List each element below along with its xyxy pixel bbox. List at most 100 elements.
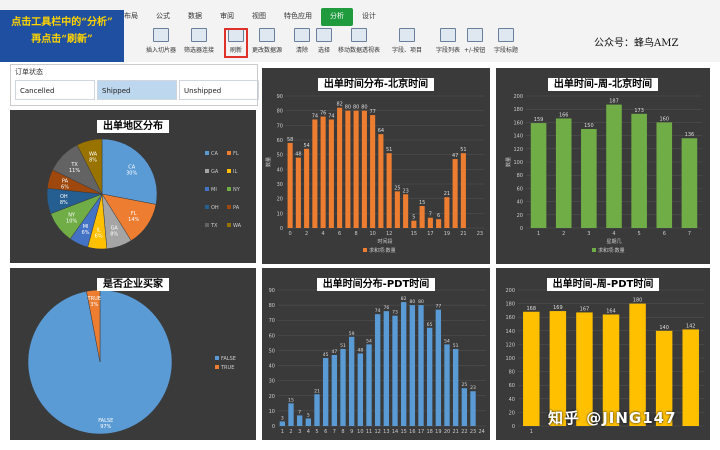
data-label: 6: [437, 213, 440, 219]
slicer-item-shipped[interactable]: Shipped: [97, 80, 177, 100]
plus-minus-button[interactable]: +/-按钮: [464, 28, 485, 54]
y-tick-label: 40: [517, 200, 523, 206]
bar: [452, 159, 458, 228]
bar: [394, 191, 400, 228]
slice-percent-label: 97%: [100, 424, 111, 430]
bar: [682, 329, 699, 426]
tool-label: 筛选器连接: [184, 47, 215, 54]
y-tick-label: 10: [277, 211, 283, 217]
data-label: 23: [470, 385, 476, 391]
x-tick-label: 4: [307, 429, 310, 435]
data-label: 167: [580, 306, 590, 312]
bar: [403, 194, 409, 228]
field-headers-button[interactable]: 字段标题: [494, 28, 518, 54]
legend-label: WA: [233, 223, 242, 229]
bar: [312, 119, 318, 228]
pdt-hour-chart: 0102030405060708090311527354215456477518…: [269, 288, 486, 435]
data-label: 7: [298, 409, 301, 415]
slice-percent-label: 6%: [95, 233, 103, 239]
fields-items-button[interactable]: 字段、项目: [392, 28, 422, 54]
x-axis-label: 星期几: [606, 239, 621, 245]
plus-minus-icon: [466, 28, 483, 42]
tab-features[interactable]: 特色应用: [275, 8, 321, 26]
x-tick-label: 10: [357, 429, 363, 435]
tab-data[interactable]: 数据: [179, 8, 211, 26]
x-axis-label: 时间段: [377, 238, 392, 245]
legend-label: TX: [210, 223, 218, 229]
x-tick-label: 11: [366, 429, 372, 435]
x-tick-label: 15: [411, 231, 417, 237]
y-tick-label: 90: [277, 94, 283, 100]
data-label: 142: [686, 323, 696, 329]
y-tick-label: 50: [277, 153, 283, 159]
y-tick-label: 70: [269, 318, 275, 324]
fields-items-icon: [399, 28, 415, 42]
data-label: 7: [429, 212, 432, 218]
x-tick-label: 24: [478, 429, 484, 435]
move-pivot-button[interactable]: 移动数据透视表: [338, 28, 380, 54]
clear-button[interactable]: 清除: [294, 28, 310, 54]
data-label: 80: [345, 105, 351, 111]
tab-design[interactable]: 设计: [353, 8, 385, 26]
data-label: 173: [634, 108, 644, 114]
slicer-item-cancelled[interactable]: Cancelled: [15, 80, 95, 100]
data-label: 21: [444, 191, 450, 197]
filter-connection-button[interactable]: 筛选器连接: [184, 28, 214, 54]
x-tick-label: 17: [418, 429, 424, 435]
slice-percent-label: 6%: [61, 184, 69, 190]
chart-title: 出单时间分布-北京时间: [317, 78, 435, 91]
field-list-button[interactable]: 字段列表: [436, 28, 460, 54]
x-tick-label: 8: [341, 429, 344, 435]
x-tick-label: 4: [322, 231, 325, 237]
bar: [374, 314, 381, 426]
x-tick-label: 6: [663, 231, 666, 237]
field-headers-icon: [498, 28, 514, 42]
data-label: 23: [402, 188, 408, 194]
bar: [470, 391, 476, 426]
data-source-icon: [259, 28, 275, 42]
tab-analyze[interactable]: 分析: [321, 8, 353, 26]
select-button[interactable]: 选择: [316, 28, 332, 54]
tab-formula[interactable]: 公式: [147, 8, 179, 26]
bar: [348, 336, 355, 426]
insert-slicer-button[interactable]: 插入切片器: [146, 28, 176, 54]
data-label: 48: [295, 152, 301, 158]
data-label: 77: [369, 109, 375, 115]
x-tick-label: 13: [383, 429, 389, 435]
x-tick-label: 19: [435, 429, 441, 435]
data-label: 15: [419, 200, 425, 206]
x-tick-label: 2: [289, 429, 292, 435]
bar: [418, 305, 424, 426]
x-tick-label: 9: [350, 429, 353, 435]
tab-review[interactable]: 审阅: [211, 8, 243, 26]
chart-title: 出单地区分布: [97, 120, 169, 133]
slicer-item-unshipped[interactable]: Unshipped: [179, 80, 259, 100]
data-label: 73: [392, 310, 398, 316]
x-tick-label: 17: [427, 231, 433, 237]
y-axis-label: 数量: [505, 157, 512, 167]
data-label: 51: [460, 147, 466, 153]
data-label: 47: [331, 349, 337, 355]
bar: [295, 157, 301, 228]
y-axis-label: 数量: [265, 157, 272, 167]
y-tick-label: 60: [517, 186, 523, 192]
data-label: 150: [584, 123, 594, 129]
x-tick-label: 2: [305, 231, 308, 237]
slicer-icon: [153, 28, 169, 42]
data-label: 80: [409, 299, 415, 305]
y-tick-label: 0: [280, 226, 283, 232]
bar: [370, 115, 376, 228]
bar: [656, 122, 673, 228]
bar: [353, 110, 359, 228]
account-label: 公众号：蜂鸟AMZ: [594, 38, 679, 49]
y-tick-label: 0: [520, 226, 523, 232]
x-tick-label: 22: [461, 429, 467, 435]
tab-view[interactable]: 视图: [243, 8, 275, 26]
slicer-title: 订单状态: [15, 68, 43, 76]
change-data-source-button[interactable]: 更改数据源: [252, 28, 282, 54]
y-tick-label: 70: [277, 123, 283, 129]
x-tick-label: 3: [298, 429, 301, 435]
beijing-hour-panel: 出单时间分布-北京时间 0 10 20 30 40 50 60 70 80 90 58 0 48 54 2 7…: [262, 68, 490, 264]
x-tick-label: 8: [355, 231, 358, 237]
refresh-highlight-box: [224, 28, 248, 58]
